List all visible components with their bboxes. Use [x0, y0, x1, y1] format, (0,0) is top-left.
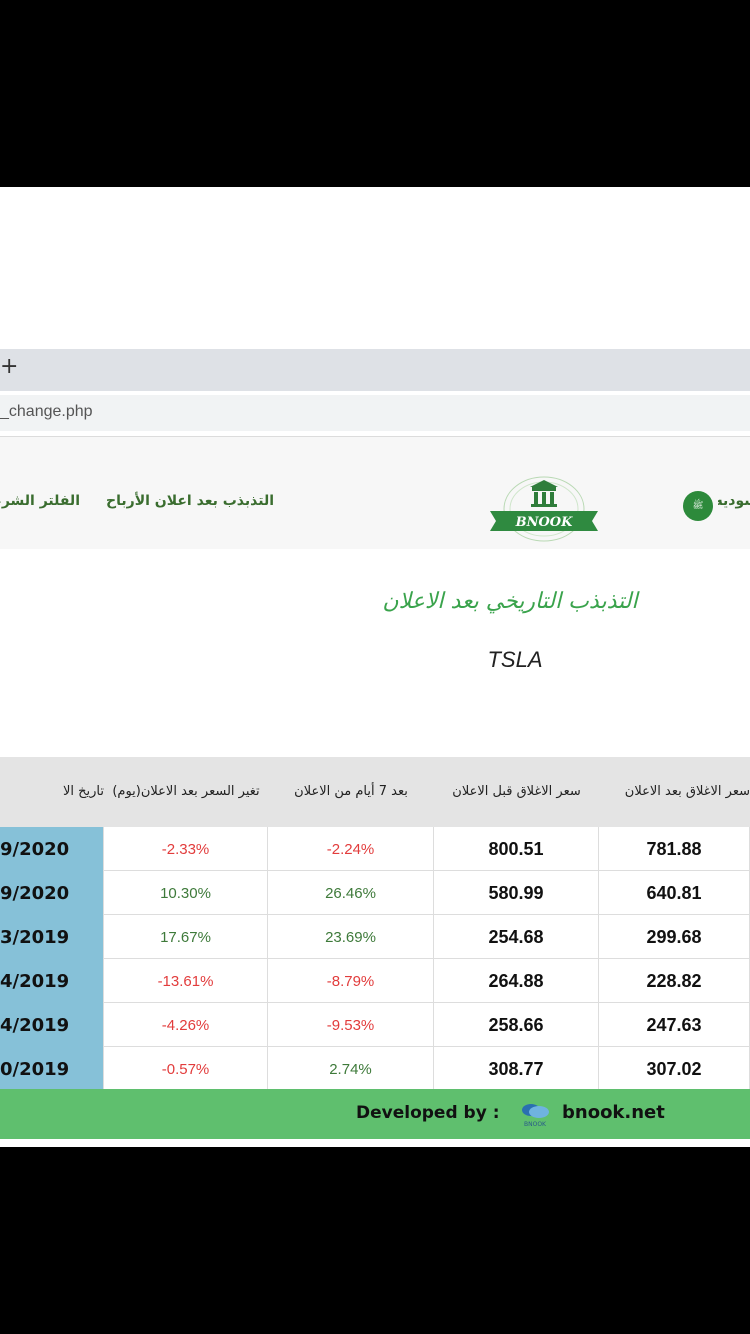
- nav-saudi-market[interactable]: سوديه: [718, 493, 750, 509]
- cell-close-after: 307.02: [599, 1047, 750, 1091]
- browser-tab-bar: +: [0, 349, 750, 391]
- cell-day-change: -13.61%: [104, 959, 268, 1003]
- developed-by-label: Developed by :: [356, 1103, 500, 1123]
- cell-date: 9/2020: [0, 871, 104, 915]
- site-navbar: الفلتر الشرعي التذبذب بعد اعلان الأرباح …: [0, 437, 750, 549]
- cell-day-change: -2.33%: [104, 827, 268, 871]
- cell-day-change: -0.57%: [104, 1047, 268, 1091]
- cell-close-before: 258.66: [434, 1003, 599, 1047]
- table-header: تاريخ الا تغير السعر بعد الاعلان(يوم) بع…: [0, 757, 750, 827]
- cell-close-after: 247.63: [599, 1003, 750, 1047]
- bottom-black-band: [0, 1147, 750, 1334]
- cell-after-7-days: 2.74%: [268, 1047, 434, 1091]
- logo-text: BNOOK: [515, 515, 574, 530]
- cell-date: 4/2019: [0, 959, 104, 1003]
- earnings-table: تاريخ الا تغير السعر بعد الاعلان(يوم) بع…: [0, 757, 750, 1091]
- cell-date: 0/2019: [0, 1047, 104, 1091]
- table-row: 9/2020 -2.33% -2.24% 800.51 781.88: [0, 827, 750, 871]
- header-day-change: تغير السعر بعد الاعلان(يوم): [112, 784, 260, 799]
- mini-logo-text: BNOOK: [524, 1121, 547, 1128]
- page-title: التذبذب التاريخي بعد الاعلان: [382, 589, 638, 614]
- table-row: 3/2019 17.67% 23.69% 254.68 299.68: [0, 915, 750, 959]
- cell-close-before: 308.77: [434, 1047, 599, 1091]
- cell-date: 3/2019: [0, 915, 104, 959]
- cell-after-7-days: 23.69%: [268, 915, 434, 959]
- cell-close-after: 228.82: [599, 959, 750, 1003]
- footer-site-link[interactable]: bnook.net: [562, 1102, 665, 1123]
- cell-day-change: 17.67%: [104, 915, 268, 959]
- cell-after-7-days: -2.24%: [268, 827, 434, 871]
- nav-earnings-volatility[interactable]: التذبذب بعد اعلان الأرباح: [106, 493, 274, 509]
- cell-date: 4/2019: [0, 1003, 104, 1047]
- top-black-band: [0, 0, 750, 187]
- table-row: 0/2019 -0.57% 2.74% 308.77 307.02: [0, 1047, 750, 1091]
- cell-close-after: 299.68: [599, 915, 750, 959]
- cell-close-after: 781.88: [599, 827, 750, 871]
- cell-after-7-days: -8.79%: [268, 959, 434, 1003]
- new-tab-button[interactable]: +: [0, 354, 18, 379]
- table-row: 9/2020 10.30% 26.46% 580.99 640.81: [0, 871, 750, 915]
- header-close-before: سعر الاغلاق قبل الاعلان: [452, 784, 581, 799]
- cell-close-before: 264.88: [434, 959, 599, 1003]
- cell-day-change: -4.26%: [104, 1003, 268, 1047]
- header-after-7-days: بعد 7 أيام من الاعلان: [294, 784, 408, 799]
- saudi-flag-icon: ﷺ: [683, 491, 713, 521]
- cell-after-7-days: -9.53%: [268, 1003, 434, 1047]
- cell-date: 9/2020: [0, 827, 104, 871]
- cell-close-before: 580.99: [434, 871, 599, 915]
- phone-screen: + _change.php الفلتر الشرعي التذبذب بعد …: [0, 0, 750, 1334]
- cell-close-before: 254.68: [434, 915, 599, 959]
- header-date: تاريخ الا: [62, 784, 104, 799]
- url-text[interactable]: _change.php: [0, 403, 93, 421]
- cell-close-after: 640.81: [599, 871, 750, 915]
- table-row: 4/2019 -13.61% -8.79% 264.88 228.82: [0, 959, 750, 1003]
- cell-close-before: 800.51: [434, 827, 599, 871]
- table-row: 4/2019 -4.26% -9.53% 258.66 247.63: [0, 1003, 750, 1047]
- bnook-logo[interactable]: BNOOK: [486, 473, 602, 545]
- address-bar[interactable]: _change.php: [0, 395, 750, 431]
- header-close-after: سعر الاغلاق بعد الاعلان: [624, 784, 750, 799]
- cell-after-7-days: 26.46%: [268, 871, 434, 915]
- bnook-mini-logo: BNOOK: [522, 1104, 549, 1128]
- screenshot-area: + _change.php الفلتر الشرعي التذبذب بعد …: [0, 187, 750, 1147]
- ticker-symbol: TSLA: [487, 647, 543, 672]
- site-footer: Developed by : BNOOK bnook.net: [0, 1089, 750, 1139]
- cell-day-change: 10.30%: [104, 871, 268, 915]
- nav-sharia-filter[interactable]: الفلتر الشرعي: [0, 493, 80, 509]
